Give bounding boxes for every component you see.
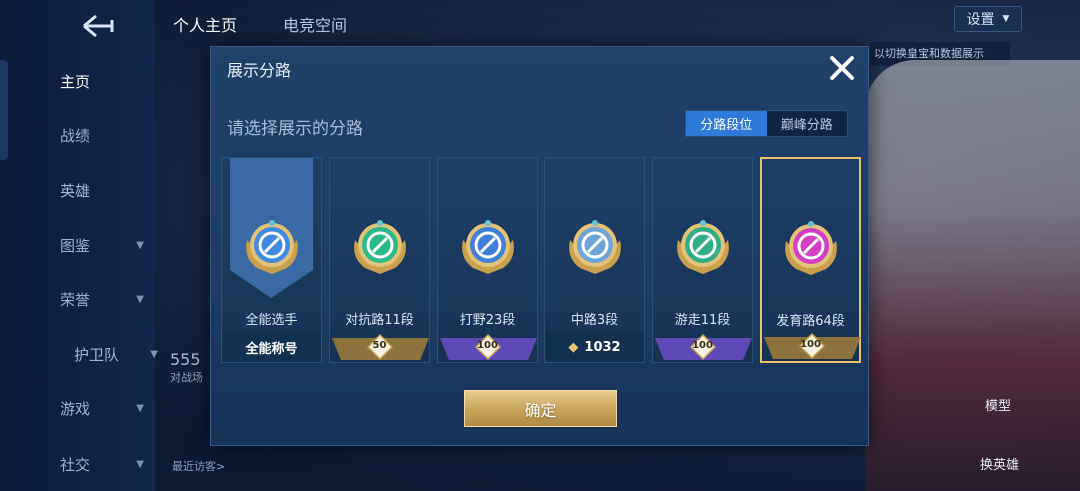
chevron-down-icon: ▼ <box>136 293 144 305</box>
star-bar: 50 <box>330 332 429 362</box>
chevron-down-icon: ▼ <box>1002 14 1010 24</box>
chevron-down-icon: ▼ <box>136 239 144 251</box>
segment-peak-lane[interactable]: 巅峰分路 <box>767 111 848 136</box>
sidebar-item-record[interactable]: 战绩 <box>60 120 150 150</box>
lane-name: 打野23段 <box>459 313 516 328</box>
lane-card[interactable]: 全能选手 全能称号 <box>221 157 322 363</box>
modal-subtitle: 请选择展示的分路 <box>227 119 363 139</box>
chevron-down-icon: ▼ <box>136 458 144 470</box>
sidebar-handle[interactable] <box>0 60 8 160</box>
recent-visitors-link[interactable]: 最近访客> <box>172 458 225 474</box>
lane-name: 对抗路11段 <box>345 313 414 328</box>
top-nav: 个人主页 电竞空间 <box>155 0 1080 40</box>
modal-title: 展示分路 <box>227 61 292 80</box>
model-button[interactable]: 模型 <box>985 395 1011 414</box>
tab-home[interactable]: 个人主页 <box>173 12 237 36</box>
farm-lane-badge-icon <box>784 221 837 275</box>
chevron-down-icon: ▼ <box>150 348 158 360</box>
lane-name: 发育路64段 <box>776 314 845 329</box>
hero-portrait <box>865 60 1080 491</box>
confirm-button[interactable]: 确定 <box>464 390 617 427</box>
lane-card[interactable]: 发育路64段 100 <box>760 157 861 363</box>
lane-card[interactable]: 对抗路11段 50 <box>329 157 430 363</box>
all-round-badge-icon <box>245 220 298 274</box>
lane-card[interactable]: 中路3段 ◆ 1032 <box>544 157 645 363</box>
score-value: 1032 <box>584 339 621 355</box>
diamond-icon: ◆ <box>568 339 579 355</box>
sidebar-item-honor[interactable]: 荣誉 ▼ <box>60 284 150 314</box>
title-label: 全能称号 <box>222 332 321 362</box>
lane-display-modal: 展示分路 请选择展示的分路 分路段位 巅峰分路 全能选手 全能称号 对抗路11段 50… <box>210 46 869 446</box>
sidebar-item-guard[interactable]: 护卫队 ▼ <box>74 339 164 369</box>
lane-card[interactable]: 游走11段 100 <box>652 157 753 363</box>
mid-lane-badge-icon <box>568 220 621 274</box>
clash-lane-badge-icon <box>353 220 406 274</box>
lane-card[interactable]: 打野23段 100 <box>437 157 538 363</box>
chevron-down-icon: ▼ <box>136 402 144 414</box>
tab-esports[interactable]: 电竞空间 <box>283 12 347 36</box>
lane-name: 全能选手 <box>245 313 298 328</box>
roam-badge-icon <box>676 220 729 274</box>
star-bar: 100 <box>438 332 537 362</box>
switch-hero-button[interactable]: 换英雄 <box>980 454 1019 473</box>
settings-button[interactable]: 设置 ▼ <box>954 6 1022 32</box>
segment-control: 分路段位 巅峰分路 <box>685 110 848 137</box>
background-stats: 555 对战场 <box>170 350 203 384</box>
lane-name: 游走11段 <box>674 313 731 328</box>
star-bar: 100 <box>653 332 752 362</box>
star-bar: 100 <box>762 331 861 361</box>
star-count: 100 <box>800 339 821 350</box>
back-arrow-icon[interactable] <box>76 12 120 38</box>
star-count: 50 <box>372 340 387 351</box>
sidebar-item-heroes[interactable]: 英雄 <box>60 175 150 205</box>
segment-lane-rank[interactable]: 分路段位 <box>686 111 767 136</box>
star-count: 100 <box>477 340 498 351</box>
sidebar-item-home[interactable]: 主页 <box>60 66 150 96</box>
sidebar-item-gallery[interactable]: 图鉴 ▼ <box>60 230 150 260</box>
sidebar-item-games[interactable]: 游戏 ▼ <box>60 393 150 423</box>
sidebar-item-social[interactable]: 社交 ▼ <box>60 449 150 479</box>
close-icon[interactable] <box>827 53 857 83</box>
jungle-badge-icon <box>461 220 514 274</box>
star-count: 100 <box>692 340 713 351</box>
sidebar: 主页 战绩 英雄 图鉴 ▼ 荣誉 ▼ 护卫队 ▼ 游戏 ▼ 社交 ▼ <box>0 0 158 491</box>
score-bar: ◆ 1032 <box>545 332 644 362</box>
lane-name: 中路3段 <box>570 313 619 328</box>
